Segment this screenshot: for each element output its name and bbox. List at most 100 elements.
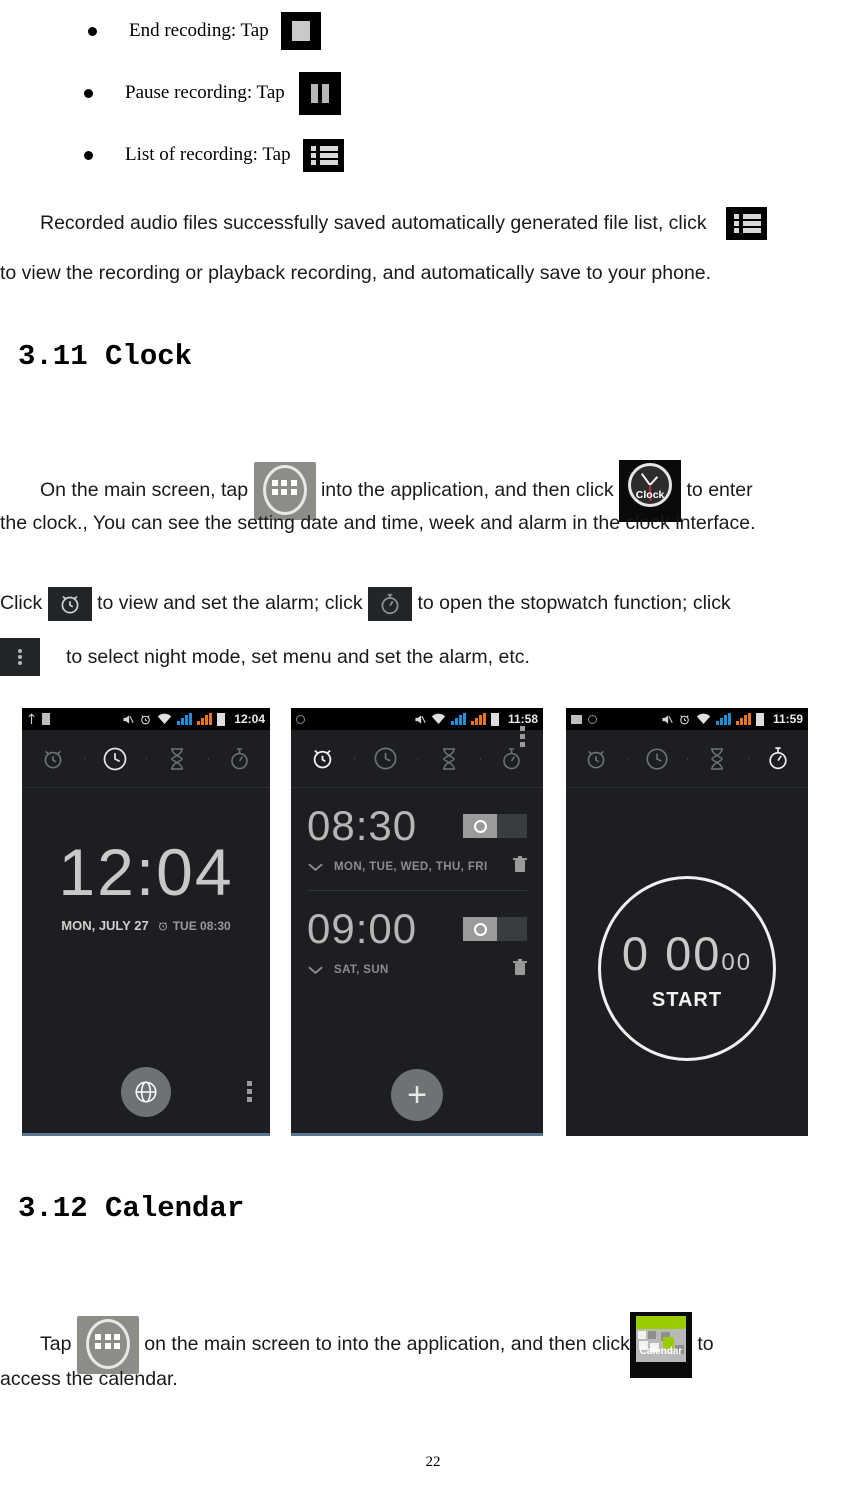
overflow-menu-icon[interactable] bbox=[520, 726, 525, 1101]
clock-tab-bar bbox=[291, 730, 543, 788]
signal-icon bbox=[715, 713, 731, 725]
page-number: 22 bbox=[425, 1454, 441, 1470]
recording-note-text-b: to view the recording or playback record… bbox=[0, 262, 712, 284]
pause-icon[interactable] bbox=[298, 71, 341, 115]
alarm-time: 08:30 bbox=[307, 802, 418, 849]
stopwatch-icon[interactable] bbox=[368, 586, 413, 621]
tab-stopwatch[interactable] bbox=[208, 746, 270, 772]
tab-timer[interactable] bbox=[687, 746, 748, 772]
bullet-label: Pause recording: Tap bbox=[125, 82, 285, 103]
alarm-icon bbox=[158, 921, 167, 930]
chevron-down-icon[interactable] bbox=[307, 861, 324, 873]
clock-functions-paragraph: Click to view and set the alarm; click t… bbox=[0, 578, 866, 628]
tab-timer[interactable] bbox=[146, 746, 208, 772]
mute-icon bbox=[662, 714, 673, 724]
tab-clock[interactable] bbox=[354, 745, 417, 772]
status-time: 11:59 bbox=[772, 712, 803, 726]
alarm-icon bbox=[680, 714, 689, 724]
signal-icon bbox=[450, 713, 466, 725]
signal-icon bbox=[177, 713, 193, 725]
battery-icon bbox=[217, 712, 226, 726]
stopwatch-fraction-digits: 00 bbox=[721, 948, 753, 976]
signal-icon bbox=[470, 713, 486, 725]
add-alarm-button[interactable]: + bbox=[391, 1069, 443, 1121]
tab-stopwatch[interactable] bbox=[480, 746, 543, 772]
alarm-days: SAT, SUN bbox=[334, 964, 389, 976]
recording-note-paragraph: Recorded audio files successfully saved … bbox=[0, 198, 866, 298]
clock-date-strip: MON, JULY 27 TUE 08:30 bbox=[22, 918, 270, 933]
bullet-dot bbox=[84, 88, 93, 98]
clock-tab-bar bbox=[566, 730, 808, 788]
clock-functions-text-a: Click bbox=[0, 592, 43, 614]
tab-clock[interactable] bbox=[84, 745, 146, 773]
bullet-dot bbox=[88, 26, 97, 36]
status-bar: 11:58 bbox=[291, 708, 543, 730]
alarm-toggle[interactable] bbox=[463, 814, 527, 838]
alarm-item[interactable]: 09:00 SAT, SUN bbox=[291, 891, 543, 993]
recording-note-text-a: Recorded audio files successfully saved … bbox=[40, 212, 707, 234]
status-bar: 12:04 bbox=[22, 708, 270, 730]
clock-functions-text-b: to view and set the alarm; click bbox=[97, 592, 363, 614]
alarm-time: 09:00 bbox=[307, 905, 418, 952]
world-clock-icon[interactable] bbox=[121, 1067, 171, 1117]
list-item: Pause recording: Tap bbox=[0, 62, 866, 124]
screenshot-stopwatch: 11:59 0 0000 START bbox=[566, 708, 808, 1136]
clock-functions-text-c: to open the stopwatch function; click bbox=[417, 592, 731, 614]
stopwatch-start-circle[interactable]: 0 0000 START bbox=[598, 876, 776, 1061]
clock-intro-text-c: to enter bbox=[686, 479, 753, 502]
bullet-label: List of recording: Tap bbox=[125, 144, 291, 165]
calendar-intro-text-b: on the main screen to into the applicati… bbox=[144, 1333, 630, 1356]
sd-icon bbox=[571, 714, 582, 724]
list-item: List of recording: Tap bbox=[0, 124, 866, 186]
app-drawer-icon[interactable] bbox=[76, 1316, 139, 1374]
overflow-menu-icon[interactable] bbox=[0, 638, 40, 676]
overflow-menu-icon[interactable] bbox=[247, 1081, 252, 1102]
stopwatch-main-digits: 0 00 bbox=[621, 926, 722, 980]
tab-alarm[interactable] bbox=[291, 745, 354, 772]
wifi-icon bbox=[431, 713, 446, 724]
stopwatch-digits: 0 0000 bbox=[622, 926, 752, 981]
sim-icon bbox=[588, 714, 597, 724]
alarm-item[interactable]: 08:30 MON, TUE, WED, THU, FRI bbox=[291, 788, 543, 891]
battery-icon bbox=[755, 712, 764, 726]
calendar-access-paragraph: access the calendar. bbox=[0, 1368, 178, 1390]
recording-controls-list: End recoding: Tap Pause recording: Tap L… bbox=[0, 0, 866, 186]
status-time: 12:04 bbox=[234, 712, 265, 726]
wifi-icon bbox=[158, 713, 172, 724]
status-time: 11:58 bbox=[507, 712, 538, 726]
sim-icon bbox=[296, 714, 305, 724]
tab-timer[interactable] bbox=[417, 746, 480, 772]
list-icon[interactable] bbox=[726, 207, 767, 241]
battery-icon bbox=[490, 712, 499, 726]
usb-icon bbox=[28, 712, 35, 724]
mute-icon bbox=[123, 714, 134, 724]
clock-menu-paragraph: to select night mode, set menu and set t… bbox=[0, 638, 866, 676]
list-icon[interactable] bbox=[302, 138, 344, 172]
tab-clock[interactable] bbox=[626, 746, 688, 772]
tab-stopwatch[interactable] bbox=[747, 745, 809, 772]
wifi-icon bbox=[696, 713, 711, 724]
clock-interface-paragraph: the clock., You can see the setting date… bbox=[0, 512, 756, 534]
signal-icon bbox=[197, 713, 213, 725]
clock-intro-text-b: into the application, and then click bbox=[320, 479, 614, 502]
tab-alarm[interactable] bbox=[566, 746, 627, 772]
clock-bottom-bar bbox=[22, 1063, 270, 1127]
signal-icon bbox=[735, 713, 751, 725]
heading-clock: 3.11 Clock bbox=[18, 340, 193, 373]
alarm-icon[interactable] bbox=[47, 586, 92, 621]
bullet-dot bbox=[84, 150, 93, 160]
clock-big-time: 12:04 bbox=[58, 835, 234, 909]
bullet-label: End recoding: Tap bbox=[129, 20, 269, 41]
status-bar: 11:59 bbox=[566, 708, 808, 730]
mute-icon bbox=[415, 714, 426, 724]
clock-menu-text: to select night mode, set menu and set t… bbox=[66, 645, 530, 668]
tab-alarm[interactable] bbox=[22, 746, 84, 772]
screenshot-clock-home: 12:04 12:04 MON, JULY 27 TUE 08:30 bbox=[22, 708, 270, 1136]
alarm-toggle[interactable] bbox=[463, 917, 527, 941]
stop-icon[interactable] bbox=[280, 12, 321, 50]
screenshot-alarm-list: 11:58 08:30 MON, TUE, WED, THU, FRI 09:0… bbox=[291, 708, 543, 1136]
chevron-down-icon[interactable] bbox=[307, 964, 324, 976]
next-alarm: TUE 08:30 bbox=[157, 919, 231, 933]
calendar-intro-text-c: to bbox=[697, 1333, 714, 1356]
sim-icon bbox=[42, 713, 50, 725]
